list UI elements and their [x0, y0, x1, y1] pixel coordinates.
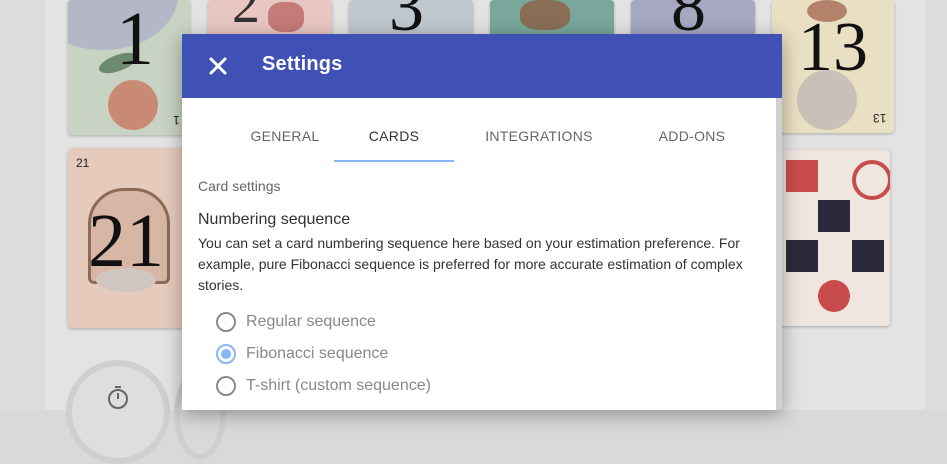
tab-cards[interactable]: CARDS	[344, 128, 444, 144]
settings-dialog: Settings GENERAL CARDS INTEGRATIONS ADD-…	[182, 34, 782, 410]
tab-general[interactable]: GENERAL	[235, 128, 335, 144]
active-tab-indicator	[334, 160, 454, 162]
numbering-sequence-description: You can set a card numbering sequence he…	[198, 235, 743, 293]
option-regular-sequence[interactable]: Regular sequence	[198, 306, 758, 338]
card-8[interactable]: 8	[631, 0, 755, 38]
dialog-header: Settings	[182, 34, 782, 98]
tab-add-ons[interactable]: ADD-ONS	[642, 128, 742, 144]
numbering-sequence-heading: Numbering sequence	[198, 211, 351, 228]
card-2[interactable]: 2	[208, 0, 332, 38]
card-value: 2	[232, 0, 260, 35]
option-label: Fibonacci sequence	[246, 345, 389, 362]
option-fibonacci-sequence[interactable]: Fibonacci sequence	[198, 338, 758, 370]
section-label: Card settings	[198, 178, 281, 194]
option-label: T-shirt (custom sequence)	[246, 377, 431, 394]
card-1[interactable]: 1 1	[68, 0, 190, 135]
card-value: 8	[671, 0, 706, 38]
tab-integrations[interactable]: INTEGRATIONS	[479, 128, 599, 144]
card-corner-value: 13	[872, 111, 886, 125]
card-5[interactable]	[490, 0, 614, 38]
sequence-radio-group: Regular sequence Fibonacci sequence T-sh…	[198, 306, 758, 402]
stopwatch-icon	[108, 386, 128, 409]
card-21[interactable]: 21 21	[68, 148, 190, 328]
card-value: 13	[798, 9, 868, 86]
card-value: 21	[88, 199, 164, 283]
dialog-title: Settings	[262, 53, 343, 75]
tab-bar: GENERAL CARDS INTEGRATIONS ADD-ONS	[182, 98, 782, 162]
card-corner-value: 1	[173, 113, 180, 127]
option-label: Regular sequence	[246, 313, 376, 330]
card-value: 1	[116, 0, 154, 81]
card-13[interactable]: 13 13	[772, 0, 894, 133]
card-value: 3	[389, 0, 424, 38]
close-button[interactable]	[204, 52, 232, 80]
radio-button[interactable]	[216, 344, 236, 364]
card-pattern[interactable]	[776, 150, 890, 326]
cards-settings-panel: Card settings Numbering sequence You can…	[198, 178, 758, 402]
option-tshirt-sequence[interactable]: T-shirt (custom sequence)	[198, 370, 758, 402]
card-3[interactable]: 3	[349, 0, 473, 38]
dialog-scrollbar[interactable]	[776, 98, 782, 410]
card-corner-value: 21	[76, 156, 90, 170]
timer-widget[interactable]	[66, 360, 170, 464]
close-icon	[209, 57, 227, 75]
radio-button[interactable]	[216, 312, 236, 332]
radio-button[interactable]	[216, 376, 236, 396]
